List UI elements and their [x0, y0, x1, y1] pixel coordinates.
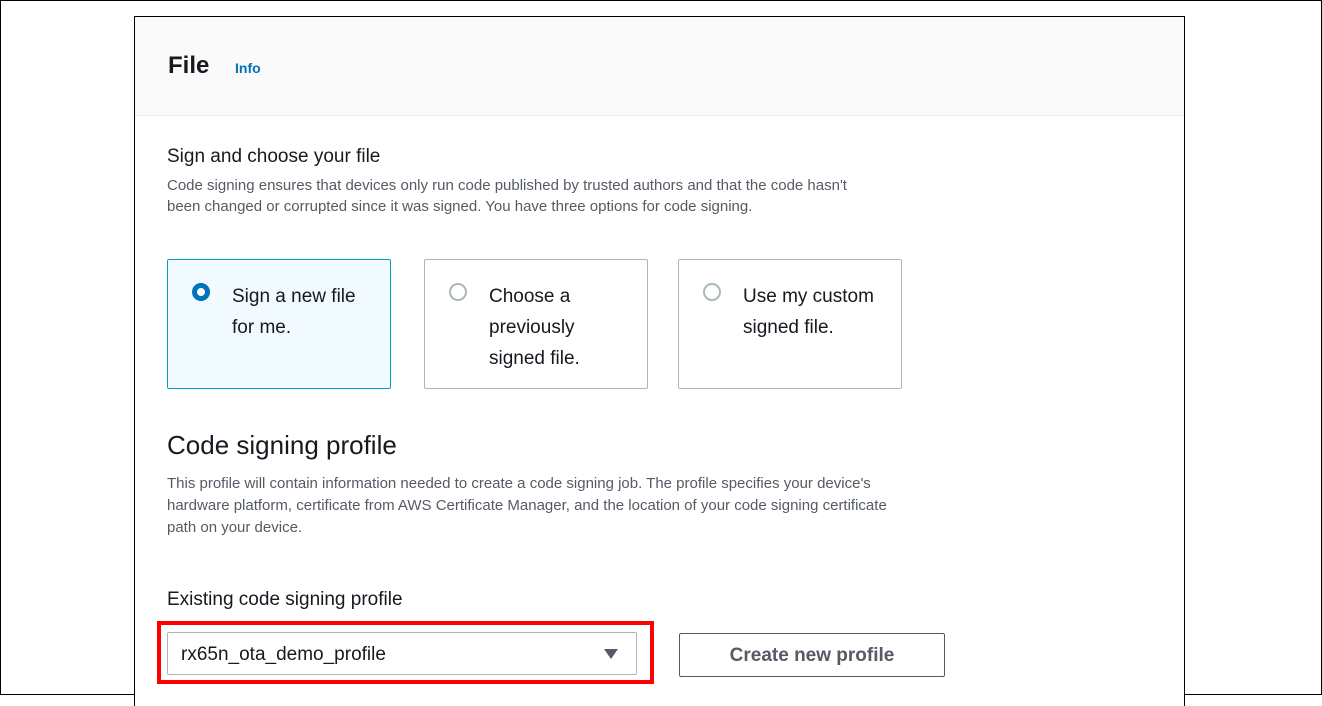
create-new-profile-button[interactable]: Create new profile: [679, 633, 945, 677]
option-previously-signed-file[interactable]: Choose a previously signed file.: [424, 259, 648, 389]
radio-sign-new-file[interactable]: [192, 283, 210, 301]
panel-title: File: [168, 52, 210, 79]
profile-section-description: This profile will contain information ne…: [167, 475, 887, 536]
option-custom-signed-file[interactable]: Use my custom signed file.: [678, 259, 902, 389]
panel-header: File Info: [135, 17, 1184, 116]
profile-field-label: Existing code signing profile: [167, 589, 403, 610]
file-panel: File Info Sign and choose your file Code…: [134, 16, 1185, 706]
option-label: Use my custom signed file.: [743, 286, 874, 338]
sign-section-description: Code signing ensures that devices only r…: [167, 177, 847, 215]
radio-previously-signed-file[interactable]: [449, 283, 467, 301]
profile-section-title: Code signing profile: [167, 430, 397, 460]
red-highlight-annotation: [157, 621, 654, 684]
option-label: Choose a previously signed file.: [489, 286, 580, 369]
radio-custom-signed-file[interactable]: [703, 283, 721, 301]
sign-section-title: Sign and choose your file: [167, 146, 381, 167]
option-sign-new-file[interactable]: Sign a new file for me.: [167, 259, 391, 389]
info-link[interactable]: Info: [235, 60, 261, 76]
option-label: Sign a new file for me.: [232, 286, 356, 338]
